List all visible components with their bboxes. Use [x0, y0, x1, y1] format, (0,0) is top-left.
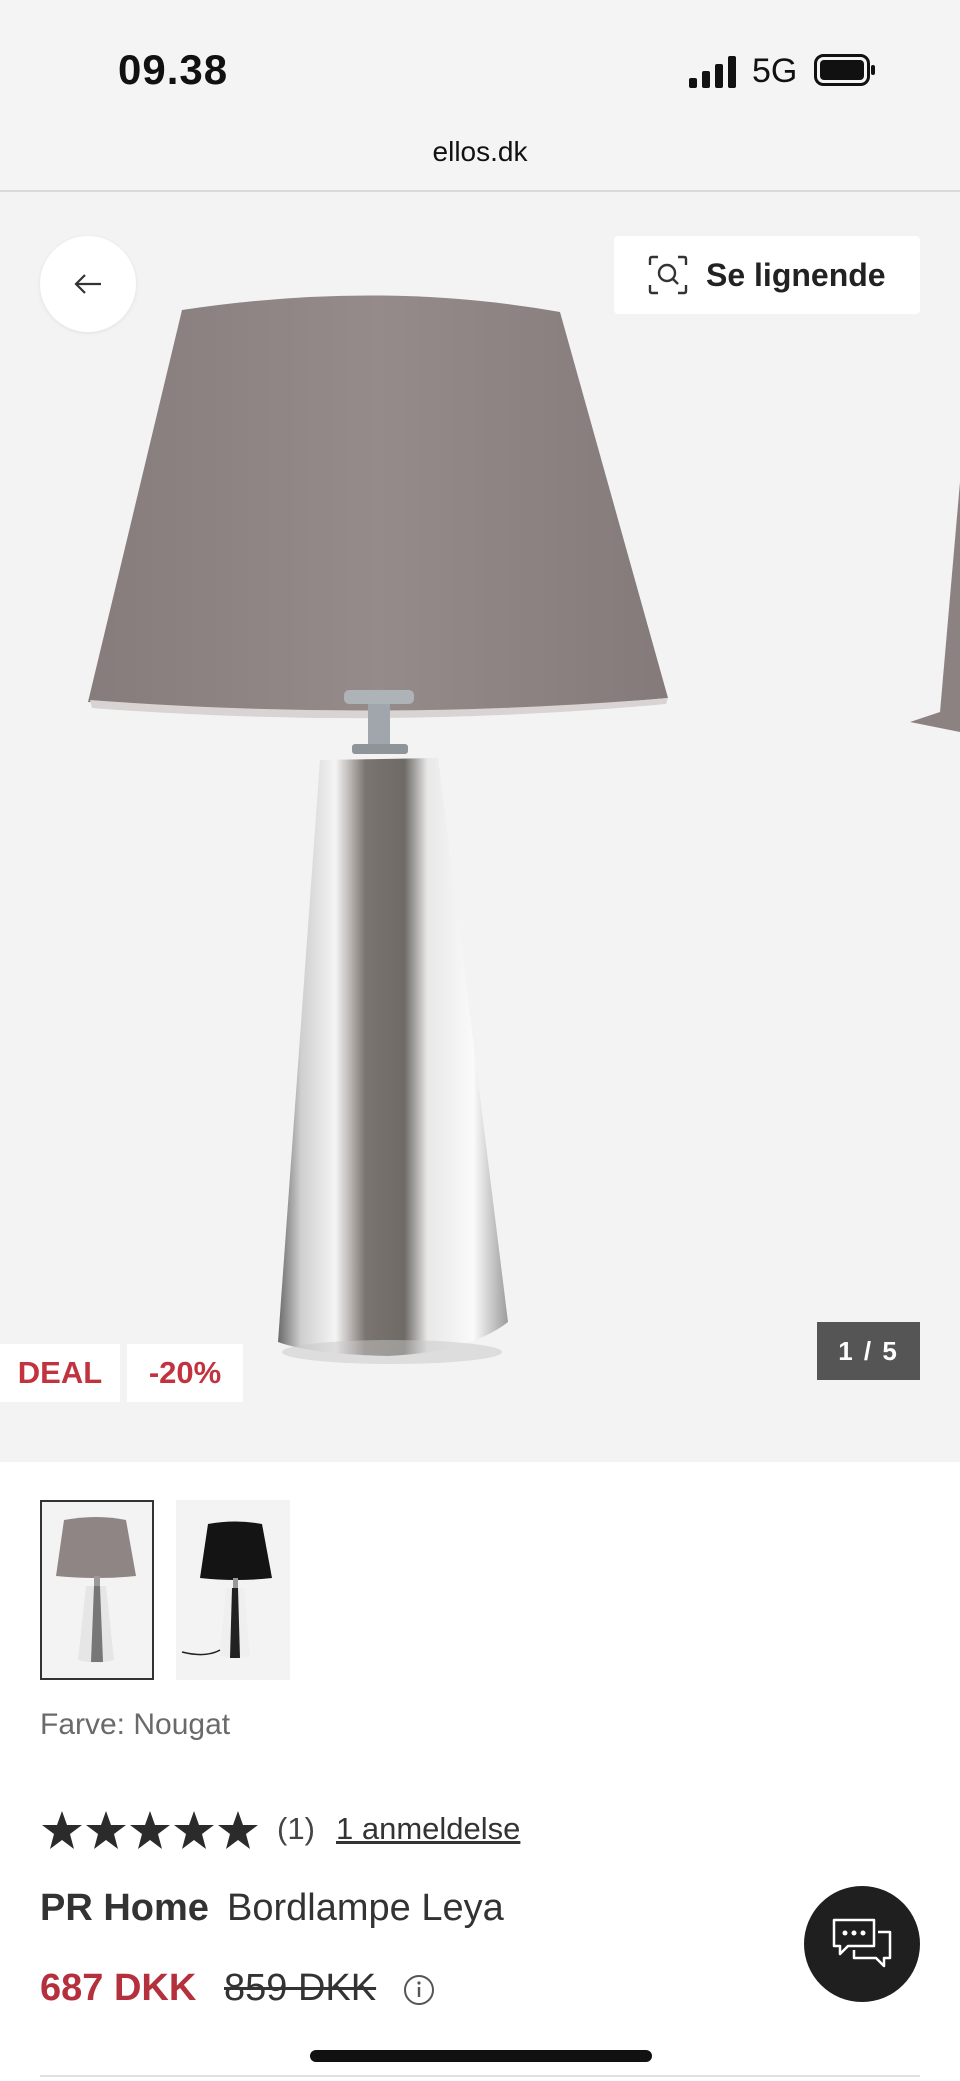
divider [40, 2075, 920, 2077]
network-type: 5G [752, 52, 798, 90]
thumbnail-nougat[interactable] [40, 1500, 154, 1680]
star-icon [218, 1811, 258, 1849]
arrow-left-icon [74, 274, 101, 294]
current-price: 687 DKK [40, 1967, 197, 2009]
product-image-carousel[interactable]: Se lignende DEAL -20% 1 / 5 [0, 192, 960, 1462]
chat-bubbles-icon [832, 1918, 892, 1968]
rating-count: (1) [277, 1811, 315, 1846]
info-icon[interactable] [403, 1974, 435, 2006]
color-label: Farve: Nougat [40, 1708, 231, 1741]
chat-button[interactable] [804, 1886, 920, 2002]
battery-icon [814, 54, 875, 86]
see-similar-button[interactable]: Se lignende [614, 236, 920, 314]
address-bar[interactable]: ellos.dk [0, 130, 960, 192]
rating-stars[interactable] [40, 1809, 260, 1851]
star-icon [86, 1811, 126, 1849]
star-icon [174, 1811, 214, 1849]
visual-search-icon [648, 255, 688, 295]
nougat-lamp-thumbnail [56, 1517, 136, 1663]
discount-badge: -20% [127, 1344, 243, 1402]
status-bar: 09.38 5G [0, 0, 960, 130]
status-time: 09.38 [118, 46, 229, 93]
star-icon [42, 1811, 82, 1849]
reviews-link[interactable]: 1 anmeldelse [336, 1811, 520, 1847]
lamp-product-image [88, 295, 960, 1364]
black-lamp-thumbnail [181, 1521, 272, 1658]
back-button[interactable] [40, 236, 136, 332]
url-text: ellos.dk [432, 136, 528, 167]
star-icon [130, 1811, 170, 1849]
brand-name[interactable]: PR Home [40, 1887, 209, 1930]
image-counter: 1 / 5 [817, 1322, 920, 1380]
original-price: 859 DKK [224, 1967, 377, 2009]
signal-bars-icon [689, 56, 736, 88]
product-name: Bordlampe Leya [227, 1887, 504, 1929]
home-indicator [310, 2050, 652, 2062]
deal-badge: DEAL [0, 1344, 120, 1402]
thumbnail-black[interactable] [176, 1500, 290, 1680]
see-similar-label: Se lignende [706, 256, 886, 293]
